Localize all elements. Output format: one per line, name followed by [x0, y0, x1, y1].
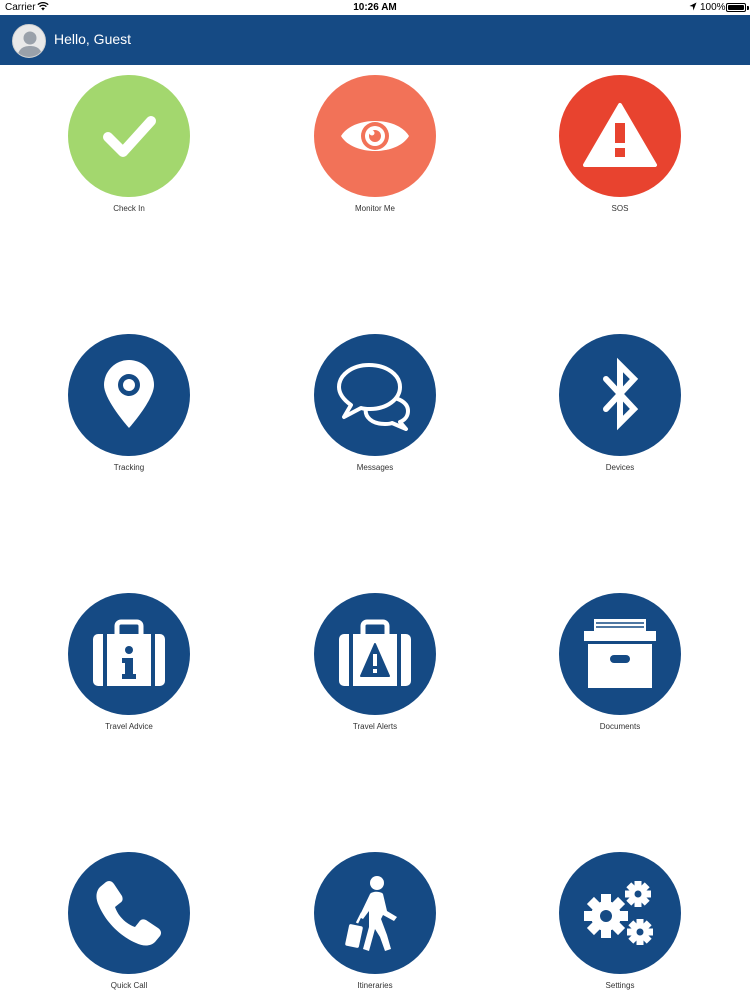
devices-button[interactable]: Devices: [540, 334, 700, 472]
suitcase-alert-icon: [339, 619, 411, 686]
itineraries-button[interactable]: Itineraries: [295, 852, 455, 990]
travel-advice-label: Travel Advice: [105, 722, 153, 731]
travel-advice-circle[interactable]: [68, 593, 190, 715]
sos-button[interactable]: SOS: [540, 75, 700, 213]
monitor-me-button[interactable]: Monitor Me: [295, 75, 455, 213]
quick-call-circle[interactable]: [68, 852, 190, 974]
messages-circle[interactable]: [314, 334, 436, 456]
messages-button[interactable]: Messages: [295, 334, 455, 472]
phone-icon: [96, 880, 162, 946]
quick-call-label: Quick Call: [110, 981, 148, 990]
itineraries-circle[interactable]: [314, 852, 436, 974]
tracking-circle[interactable]: [68, 334, 190, 456]
traveler-luggage-icon: [345, 876, 397, 951]
monitor-me-circle[interactable]: [314, 75, 436, 197]
bluetooth-icon: [603, 357, 639, 431]
settings-button[interactable]: Settings: [540, 852, 700, 990]
check-in-button[interactable]: Check In: [49, 75, 209, 213]
tracking-label: Tracking: [113, 463, 145, 472]
devices-circle[interactable]: [559, 334, 681, 456]
user-silhouette-icon: [17, 31, 43, 57]
chat-bubbles-icon: [337, 363, 410, 431]
itineraries-label: Itineraries: [357, 981, 393, 990]
checkmark-icon: [103, 116, 156, 157]
sos-label: SOS: [611, 204, 629, 213]
clock-time: 10:26 AM: [353, 2, 397, 13]
travel-alerts-circle[interactable]: [314, 593, 436, 715]
travel-alerts-label: Travel Alerts: [352, 722, 398, 731]
sos-circle[interactable]: [559, 75, 681, 197]
gears-icon: [584, 881, 653, 945]
messages-label: Messages: [356, 463, 394, 472]
travel-advice-button[interactable]: Travel Advice: [49, 593, 209, 731]
monitor-me-label: Monitor Me: [354, 204, 395, 213]
documents-circle[interactable]: [559, 593, 681, 715]
warning-icon: [583, 103, 657, 167]
battery-tip: [747, 6, 749, 10]
greeting-text: Hello, Guest: [54, 31, 132, 47]
location-arrow-icon: [689, 2, 697, 11]
check-in-label: Check In: [113, 204, 145, 213]
tracking-button[interactable]: Tracking: [49, 334, 209, 472]
avatar[interactable]: [12, 24, 46, 58]
settings-label: Settings: [605, 981, 635, 990]
app-header: Hello, Guest: [0, 15, 750, 65]
check-in-circle[interactable]: [68, 75, 190, 197]
quick-call-button[interactable]: Quick Call: [49, 852, 209, 990]
documents-label: Documents: [599, 722, 641, 731]
documents-button[interactable]: Documents: [540, 593, 700, 731]
battery-icon: [726, 3, 746, 12]
action-grid: Check In Monitor Me SOS Tracking Message…: [0, 65, 750, 1000]
battery-percentage: 100%: [700, 2, 726, 13]
suitcase-info-icon: [93, 619, 165, 686]
travel-alerts-button[interactable]: Travel Alerts: [295, 593, 455, 731]
eye-icon: [341, 121, 409, 151]
devices-label: Devices: [605, 463, 635, 472]
location-pin-icon: [104, 360, 154, 428]
archive-box-icon: [584, 619, 656, 688]
status-bar: Carrier 10:26 AM 100%: [0, 0, 750, 15]
settings-circle[interactable]: [559, 852, 681, 974]
